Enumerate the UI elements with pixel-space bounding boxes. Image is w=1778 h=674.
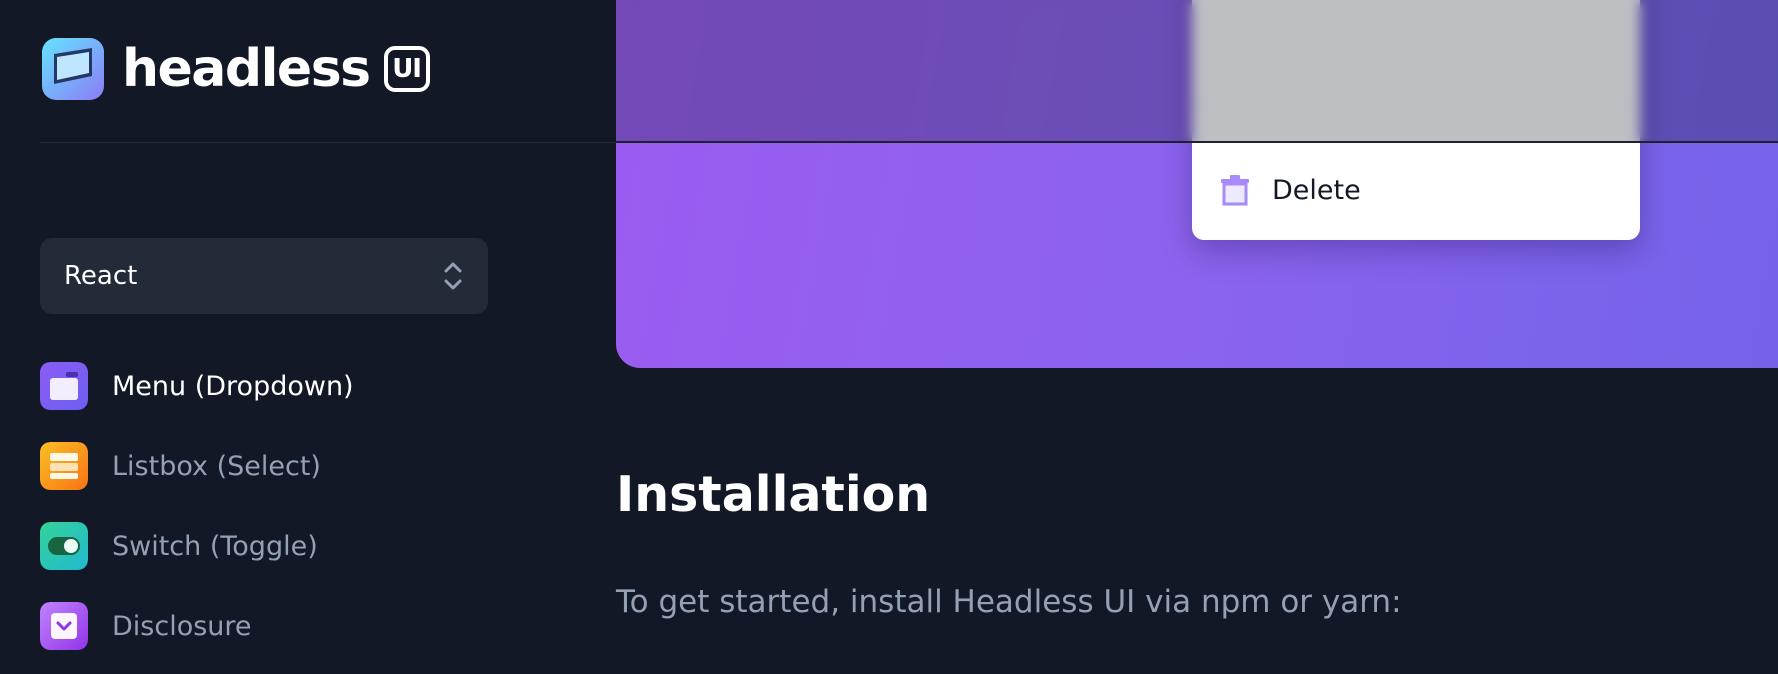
sidebar-item-label: Disclosure xyxy=(112,610,252,642)
sidebar-item-label: Menu (Dropdown) xyxy=(112,370,354,402)
menu-item-label: Delete xyxy=(1272,174,1361,206)
chevron-up-down-icon xyxy=(444,262,462,290)
sidebar-item-label: Listbox (Select) xyxy=(112,450,321,482)
listbox-icon xyxy=(40,442,88,490)
menu-icon xyxy=(40,362,88,410)
logo[interactable]: headless UI xyxy=(40,36,430,102)
switch-icon xyxy=(40,522,88,570)
top-bar xyxy=(616,0,1778,143)
section-title: Installation xyxy=(616,466,931,523)
sidebar-item-disclosure[interactable]: Disclosure xyxy=(40,602,354,650)
sidebar-item-switch[interactable]: Switch (Toggle) xyxy=(40,522,354,570)
headless-ui-logo-icon xyxy=(42,38,104,100)
disclosure-icon xyxy=(40,602,88,650)
sidebar-nav: Menu (Dropdown) Listbox (Select) Switch … xyxy=(40,362,354,674)
sidebar: headless UI React Menu (Dropdown) Listbo… xyxy=(0,0,616,674)
framework-select-value: React xyxy=(64,261,138,291)
sidebar-item-listbox[interactable]: Listbox (Select) xyxy=(40,442,354,490)
logo-wordmark: headless xyxy=(122,39,371,99)
menu-item-delete[interactable]: Delete xyxy=(1192,155,1640,225)
sidebar-item-label: Switch (Toggle) xyxy=(112,530,318,562)
framework-select[interactable]: React xyxy=(40,238,488,314)
logo-ui-badge: UI xyxy=(383,46,430,92)
sidebar-item-menu[interactable]: Menu (Dropdown) xyxy=(40,362,354,410)
trash-icon xyxy=(1221,175,1249,206)
sidebar-divider xyxy=(40,142,616,143)
intro-text: To get started, install Headless UI via … xyxy=(616,584,1402,620)
